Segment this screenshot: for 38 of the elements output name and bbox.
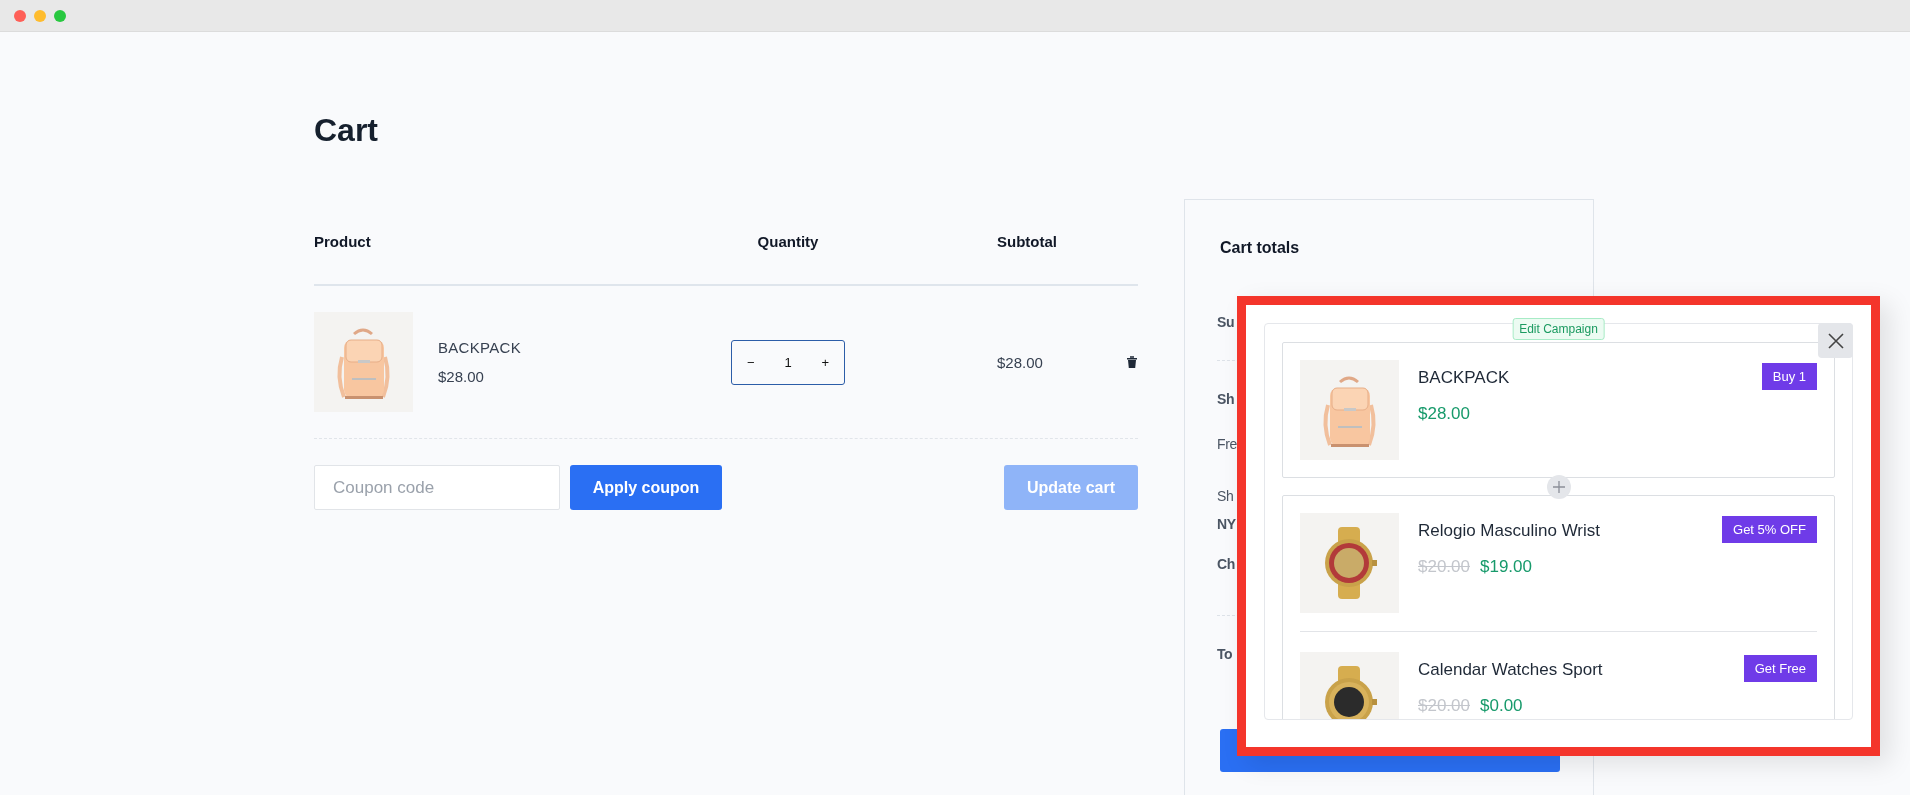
row-subtotal: $28.00 [997,353,1043,371]
offer-price: $28.00 [1418,404,1470,424]
trash-icon[interactable] [1126,355,1138,369]
totals-text: Su [1217,314,1235,330]
offer-product-name[interactable]: Calendar Watches Sport [1418,658,1725,682]
totals-text: Ch [1217,556,1235,572]
apply-coupon-button[interactable]: Apply coupon [570,465,722,510]
offer-price: $0.00 [1480,696,1523,716]
column-header: Product [314,233,372,250]
offer-action-button[interactable]: Get 5% OFF [1722,516,1817,543]
product-price: $28.00 [438,368,485,385]
offer-product-name[interactable]: Relogio Masculino Wrist [1418,519,1704,543]
offer-product-name[interactable]: BACKPACK [1418,366,1743,390]
totals-text: Sh [1217,391,1235,407]
window-close-button[interactable] [14,9,26,22]
quantity-value: 1 [783,353,793,372]
old-price: $20.00 [1418,557,1470,577]
increment-button[interactable]: + [815,350,836,374]
decrement-button[interactable]: − [740,350,761,374]
window-maximize-button[interactable] [54,9,66,22]
column-header: Subtotal [997,233,1057,250]
page-title: Cart [314,111,379,150]
old-price: $20.00 [1418,696,1470,716]
coupon-field[interactable]: Coupon code [314,465,560,510]
offer-action-button[interactable]: Buy 1 [1761,363,1817,390]
offer-action-button[interactable]: Get Free [1743,655,1817,682]
close-button[interactable] [1818,323,1853,358]
panel-title: Cart totals [1219,238,1301,257]
totals-text: Fre [1217,436,1237,452]
offer-price: $19.00 [1480,557,1532,577]
close-icon [1826,331,1845,350]
window-minimize-button[interactable] [34,9,46,22]
product-name[interactable]: BACKPACK [438,339,521,356]
totals-text: To [1217,646,1233,662]
totals-text: NY [1217,516,1236,532]
quantity-stepper[interactable]: − 1 + [731,339,845,385]
column-header: Quantity [757,233,819,250]
totals-text: Sh [1217,488,1234,504]
